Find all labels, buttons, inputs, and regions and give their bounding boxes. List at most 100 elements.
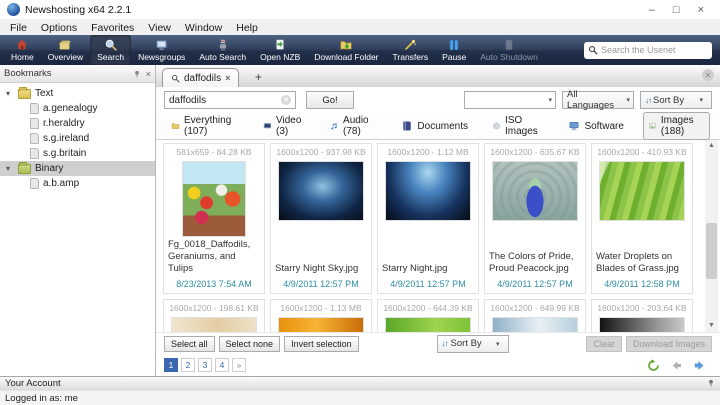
search-icon (171, 74, 180, 83)
image-thumbnail[interactable] (278, 317, 364, 332)
overview-button[interactable]: Overview (41, 35, 90, 65)
go-button[interactable]: Go! (306, 91, 354, 109)
scroll-up-icon[interactable]: ▲ (708, 140, 715, 152)
result-card[interactable]: 1600x1200 - 1.13 MB (270, 299, 372, 332)
query-box[interactable]: ✕ (164, 91, 296, 109)
back-arrow-icon (670, 359, 683, 372)
bookmark-item[interactable]: a.b.amp (0, 176, 155, 191)
page-3[interactable]: 3 (198, 358, 212, 372)
page-2[interactable]: 2 (181, 358, 195, 372)
page-4[interactable]: 4 (215, 358, 229, 372)
bookmark-item[interactable]: r.heraldry (0, 116, 155, 131)
image-dimensions: 1600x1200 - 410.93 KB (597, 147, 686, 157)
image-thumbnail[interactable] (599, 161, 685, 221)
video-icon (263, 120, 272, 132)
menu-view[interactable]: View (142, 22, 177, 34)
select-none-button[interactable]: Select none (219, 336, 281, 352)
image-thumbnail[interactable] (385, 317, 471, 332)
chevron-down-icon: ▾ (623, 96, 633, 104)
invert-selection-button[interactable]: Invert selection (284, 336, 359, 352)
result-card[interactable]: 581x659 - 84.28 KB Fg_0018_Daffodils, Ge… (163, 143, 265, 294)
close-strip-icon[interactable]: ✕ (702, 69, 714, 81)
pin-icon[interactable] (707, 379, 715, 387)
menu-help[interactable]: Help (230, 22, 264, 34)
result-card[interactable]: 1600x1200 - 410.93 KB Water Droplets on … (591, 143, 693, 294)
home-icon (15, 38, 29, 52)
home-button[interactable]: Home (4, 35, 41, 65)
filter-combobox[interactable]: ▾ (464, 91, 556, 109)
image-thumbnail[interactable] (599, 317, 685, 332)
image-thumbnail[interactable] (171, 317, 257, 332)
language-dropdown[interactable]: All Languages ▾ (562, 91, 634, 109)
auto-shutdown-button: Auto Shutdown (473, 35, 545, 65)
close-panel-icon[interactable]: × (146, 69, 151, 79)
bookmark-item[interactable]: s.g.ireland (0, 131, 155, 146)
minimize-button[interactable]: – (649, 4, 655, 16)
sort-by-dropdown-bottom[interactable]: ↓↑ Sort By ▾ (437, 335, 509, 353)
result-card[interactable]: 1600x1200 - 198.61 KB (163, 299, 265, 332)
result-card[interactable]: 1600x1200 - 649.99 KB (484, 299, 586, 332)
usenet-search-input[interactable] (601, 45, 708, 55)
bookmark-item[interactable]: s.g.britain (0, 146, 155, 161)
bookmark-item[interactable]: a.genealogy (0, 101, 155, 116)
scrollbar-thumb[interactable] (706, 223, 717, 279)
filter-video[interactable]: Video (3) (258, 112, 311, 140)
pause-button[interactable]: Pause (435, 35, 473, 65)
forward-arrow-icon[interactable] (693, 359, 706, 372)
main-toolbar: Home Overview Search Newsgroups Auto Sea… (0, 35, 720, 65)
chevron-down-icon: ▾ (696, 96, 706, 104)
filter-iso-images[interactable]: ISO Images (487, 112, 549, 140)
select-all-button[interactable]: Select all (164, 336, 215, 352)
chevron-down-icon[interactable]: ▾ (6, 89, 14, 98)
filter-documents[interactable]: Documents (396, 117, 473, 135)
transfers-button[interactable]: Transfers (386, 35, 436, 65)
page-1[interactable]: 1 (164, 358, 178, 372)
clear-icon[interactable]: ✕ (281, 95, 291, 105)
page-more[interactable]: » (232, 358, 246, 372)
filter-everything[interactable]: Everything (107) (166, 112, 244, 140)
menu-window[interactable]: Window (179, 22, 228, 34)
filter-audio[interactable]: Audio (78) (325, 112, 382, 140)
scrollbar-track[interactable] (705, 152, 718, 320)
result-card[interactable]: 1600x1200 - 937.98 KB Starry Night Sky.j… (270, 143, 372, 294)
menu-favorites[interactable]: Favorites (85, 22, 140, 34)
menu-options[interactable]: Options (35, 22, 83, 34)
image-thumbnail[interactable] (385, 161, 471, 221)
image-thumbnail[interactable] (182, 161, 246, 237)
results-area: 581x659 - 84.28 KB Fg_0018_Daffodils, Ge… (156, 140, 720, 332)
result-card[interactable]: 1600x1200 - 635.67 KB The Colors of Prid… (484, 143, 586, 294)
newsgroups-button[interactable]: Newsgroups (131, 35, 192, 65)
result-card[interactable]: 1600x1200 - 1.12 MB Starry Night.jpg 4/9… (377, 143, 479, 294)
sort-by-dropdown[interactable]: ↓↑ Sort By ▾ (640, 91, 712, 109)
new-tab-button[interactable]: + (247, 69, 269, 85)
pin-icon[interactable] (133, 70, 141, 78)
bookmark-group-binary[interactable]: ▾ Binary (0, 161, 155, 176)
your-account-bar[interactable]: Your Account (0, 376, 720, 390)
tab-daffodils[interactable]: daffodils × (162, 68, 239, 87)
scroll-down-icon[interactable]: ▼ (708, 320, 715, 332)
tab-close-icon[interactable]: × (225, 73, 230, 83)
image-thumbnail[interactable] (492, 161, 578, 221)
image-thumbnail[interactable] (492, 317, 578, 332)
image-dimensions: 581x659 - 84.28 KB (176, 147, 251, 157)
auto-search-button[interactable]: Auto Search (192, 35, 253, 65)
filter-images[interactable]: Images (188) (643, 112, 710, 140)
image-thumbnail[interactable] (278, 161, 364, 221)
query-input[interactable] (169, 95, 278, 106)
image-title: Starry Night Sky.jpg (275, 263, 367, 275)
download-folder-button[interactable]: Download Folder (307, 35, 385, 65)
filter-software[interactable]: Software (563, 117, 628, 135)
chevron-down-icon[interactable]: ▾ (6, 164, 14, 173)
result-card[interactable]: 1600x1200 - 203.64 KB (591, 299, 693, 332)
usenet-search-box[interactable] (584, 42, 712, 59)
close-button[interactable]: × (698, 4, 704, 16)
search-button[interactable]: Search (90, 35, 131, 65)
result-card[interactable]: 1600x1200 - 644.39 KB (377, 299, 479, 332)
menu-file[interactable]: File (4, 22, 33, 34)
refresh-icon[interactable] (647, 359, 660, 372)
results-scrollbar[interactable]: ▲ ▼ (705, 140, 718, 332)
maximize-button[interactable]: □ (673, 4, 680, 16)
bookmark-group-text[interactable]: ▾ Text (0, 86, 155, 101)
open-nzb-button[interactable]: Open NZB (253, 35, 307, 65)
category-filter-row: Everything (107) Video (3) Audio (78) Do… (156, 113, 720, 140)
